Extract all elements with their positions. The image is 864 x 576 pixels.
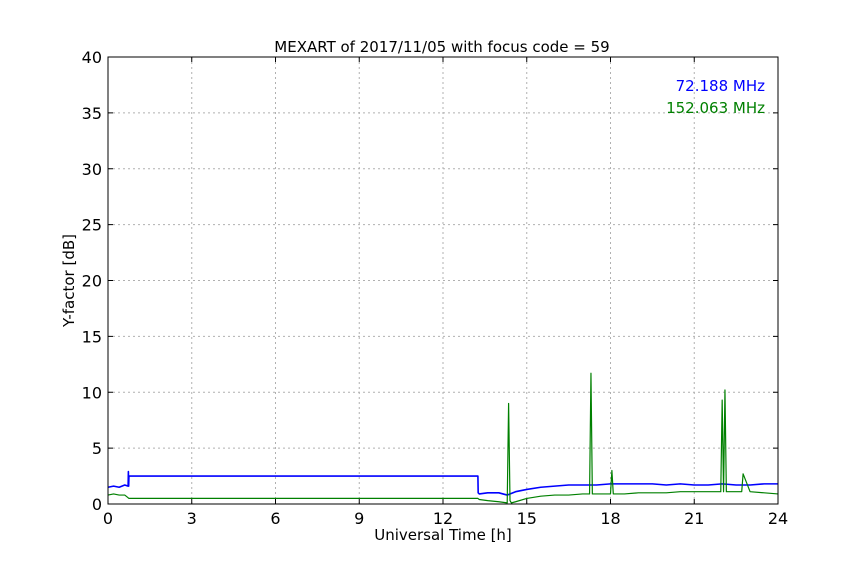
x-tick-label: 6 (270, 509, 280, 528)
y-tick-label: 0 (92, 495, 102, 514)
y-axis-label: Y-factor [dB] (60, 234, 78, 328)
y-tick-label: 40 (82, 48, 102, 67)
y-tick-label: 30 (82, 160, 102, 179)
x-tick-label: 24 (768, 509, 788, 528)
x-tick-label: 0 (103, 509, 113, 528)
chart: MEXART of 2017/11/05 with focus code = 5… (0, 0, 864, 576)
legend-entry-2: 152.063 MHz (666, 99, 765, 117)
y-tick-label: 25 (82, 216, 102, 235)
y-tick-label: 20 (82, 272, 102, 291)
x-tick-label: 9 (354, 509, 364, 528)
x-tick-label: 3 (187, 509, 197, 528)
y-tick-label: 35 (82, 104, 102, 123)
x-tick-label: 15 (517, 509, 537, 528)
chart-title: MEXART of 2017/11/05 with focus code = 5… (274, 38, 609, 56)
x-tick-label: 21 (684, 509, 704, 528)
x-tick-label: 18 (600, 509, 620, 528)
legend-entry-1: 72.188 MHz (676, 77, 765, 95)
y-tick-label: 15 (82, 327, 102, 346)
y-tick-label: 5 (92, 439, 102, 458)
x-axis-label: Universal Time [h] (374, 526, 512, 544)
y-tick-label: 10 (82, 383, 102, 402)
